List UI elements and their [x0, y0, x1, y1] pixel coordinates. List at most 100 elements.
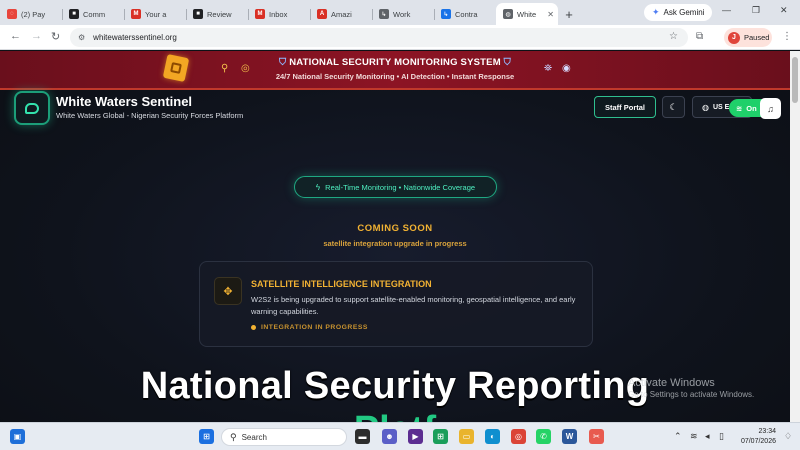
tab-title: Amazi — [331, 9, 352, 19]
logo-icon[interactable] — [14, 91, 50, 125]
status-dot-icon — [251, 325, 256, 330]
moon-icon: ☾ — [669, 101, 678, 112]
back-icon[interactable]: ← — [10, 30, 21, 42]
banner-subtitle: 24/7 National Security Monitoring • AI D… — [275, 72, 515, 81]
word-icon[interactable]: W — [562, 429, 577, 444]
chrome-icon[interactable]: ◎ — [511, 429, 526, 444]
scrollbar-thumb[interactable] — [792, 57, 798, 103]
minimize-icon[interactable]: — — [722, 5, 731, 15]
clock-time: 23:34 — [758, 428, 776, 435]
browser-tab[interactable]: ◍ White ✕ — [496, 3, 558, 25]
file-explorer-icon[interactable]: ▭ — [459, 429, 474, 444]
card-title: SATELLITE INTELLIGENCE INTEGRATION — [251, 279, 432, 289]
system-clock[interactable]: 23:34 07/07/2026 — [738, 427, 776, 447]
language-label: US E — [712, 103, 730, 111]
tab-title: Work — [393, 9, 411, 19]
tab-favicon-icon: A — [317, 9, 327, 19]
tab-favicon-icon: ◍ — [503, 9, 513, 19]
whatsapp-icon[interactable]: ✆ — [536, 429, 551, 444]
bookmark-star-icon[interactable]: ☆ — [669, 31, 678, 42]
coming-soon-heading: COMING SOON — [357, 223, 433, 234]
volume-icon[interactable]: ◂ — [705, 431, 710, 442]
bell-icon: ♫ — [767, 103, 774, 114]
close-window-icon[interactable]: ✕ — [780, 5, 788, 16]
theme-toggle-button[interactable]: ☾ — [662, 96, 685, 118]
ask-gemini-button[interactable]: ✦ Ask Gemini — [644, 4, 713, 21]
task-view-icon[interactable]: ▣ — [10, 429, 25, 444]
tab-favicon-icon: ■ — [193, 9, 203, 19]
page-scrollbar[interactable] — [790, 51, 800, 422]
windows-taskbar: ▣ ⊞ ⚲ Search ▬ ☻ ▶ ⊞ ▭ ◐ ◎ ✆ W ✂ ⌃ ≋ ◂ ▯… — [0, 422, 800, 450]
reload-icon[interactable]: ↻ — [51, 30, 60, 43]
shield-icon: ⛉ — [503, 57, 511, 68]
realtime-monitoring-badge: ϟ Real-Time Monitoring • Nationwide Cove… — [294, 176, 497, 198]
snipping-tool-icon[interactable]: ✂ — [589, 429, 604, 444]
tab-favicon-icon: M — [255, 9, 265, 19]
profile-status: Paused — [744, 33, 770, 42]
card-description: W2S2 is being upgraded to support satell… — [251, 295, 576, 316]
gemini-icon: ✦ — [652, 7, 660, 17]
browser-tab[interactable]: ■ Comm — [62, 3, 124, 25]
address-bar[interactable]: ⚙ whitewaterssentinel.org ☆ — [70, 28, 688, 47]
browser-tab[interactable]: M Your a — [124, 3, 186, 25]
battery-icon[interactable]: ▯ — [719, 431, 724, 442]
new-tab-button[interactable]: + — [558, 3, 580, 25]
video-app-icon[interactable]: ▶ — [408, 429, 423, 444]
browser-toolbar: ← → ↻ ⚙ whitewaterssentinel.org ☆ ⧉ J Pa… — [0, 25, 800, 50]
integration-status-label: INTEGRATION IN PROGRESS — [261, 324, 368, 331]
forward-icon[interactable]: → — [31, 30, 42, 42]
browser-tab[interactable]: ↳ Contra — [434, 3, 496, 25]
watermark-subtitle: Go to Settings to activate Windows. — [628, 390, 755, 399]
tray-chevron-icon[interactable]: ⌃ — [674, 431, 682, 442]
tab-favicon-icon: ↳ — [441, 9, 451, 19]
satellite-icon: ✥ — [214, 277, 242, 305]
menu-kebab-icon[interactable]: ⋮ — [782, 31, 792, 42]
page-viewport: ⚲ ◎ ⛉ NATIONAL SECURITY MONITORING SYSTE… — [0, 51, 790, 422]
staff-portal-button[interactable]: Staff Portal — [594, 96, 656, 118]
browser-tab[interactable]: A Amazi — [310, 3, 372, 25]
avatar: J — [728, 31, 740, 44]
tab-title: Inbox — [269, 9, 288, 19]
shield-icon: ⛉ — [279, 57, 287, 68]
tab-title: White — [517, 9, 537, 19]
tab-favicon-icon: ◌ — [7, 9, 17, 19]
profile-button[interactable]: J Paused — [724, 28, 772, 47]
notification-bell-icon[interactable]: ♢ — [784, 431, 792, 442]
browser-tab[interactable]: M Inbox — [248, 3, 310, 25]
browser-tab[interactable]: ◌ (2) Pay — [0, 3, 62, 25]
teams-icon[interactable]: ☻ — [382, 429, 397, 444]
search-icon: ⚲ — [230, 431, 237, 442]
notifications-button[interactable]: ♫ — [760, 98, 781, 119]
satellite-integration-card: ✥ SATELLITE INTELLIGENCE INTEGRATION W2S… — [199, 261, 593, 347]
browser-tab[interactable]: ↳ Work — [372, 3, 434, 25]
ask-gemini-label: Ask Gemini — [663, 8, 705, 17]
extensions-icon[interactable]: ⧉ — [696, 31, 703, 42]
wifi-icon[interactable]: ≋ — [690, 431, 698, 442]
tab-title: Comm — [83, 9, 106, 19]
realtime-label: Real-Time Monitoring • Nationwide Covera… — [325, 182, 476, 192]
banner-title: ⛉ NATIONAL SECURITY MONITORING SYSTEM ⛉ — [0, 57, 790, 68]
taskbar-search[interactable]: ⚲ Search — [221, 428, 347, 446]
edge-icon[interactable]: ◐ — [485, 429, 500, 444]
satellite-dish-icon: ⛯ — [544, 63, 552, 74]
wifi-icon: ≋ — [736, 103, 743, 113]
brand-title[interactable]: White Waters Sentinel — [56, 94, 192, 109]
online-label: On — [746, 103, 757, 113]
coming-soon-subtitle: satellite integration upgrade in progres… — [323, 239, 467, 248]
store-icon[interactable]: ⊞ — [433, 429, 448, 444]
eye-icon: ◉ — [562, 63, 571, 74]
maximize-icon[interactable]: ❐ — [752, 5, 760, 16]
watermark-title: Activate Windows — [628, 377, 715, 389]
tab-title: Your a — [145, 9, 167, 19]
brand-subtitle: White Waters Global - Nigerian Security … — [56, 111, 244, 120]
taskbar-search-label: Search — [241, 432, 267, 442]
tab-favicon-icon: ↳ — [379, 9, 389, 19]
close-tab-icon[interactable]: ✕ — [547, 10, 554, 19]
globe-icon: ◍ — [702, 102, 709, 112]
site-info-icon[interactable]: ⚙ — [78, 33, 85, 42]
hero-headline-continued: Platf — [0, 409, 790, 422]
browser-tab[interactable]: ■ Review — [186, 3, 248, 25]
widgets-icon[interactable]: ▬ — [355, 429, 370, 444]
tab-title: Review — [207, 9, 232, 19]
start-icon[interactable]: ⊞ — [199, 429, 214, 444]
